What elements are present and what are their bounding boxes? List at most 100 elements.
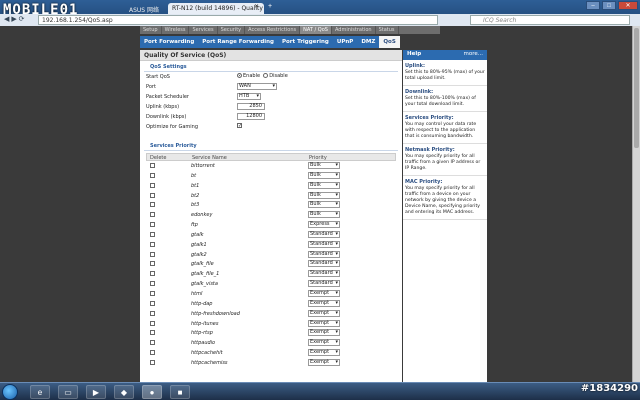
help-text: You may specify priority for all traffic…	[405, 186, 480, 215]
delete-checkbox[interactable]	[150, 261, 155, 267]
start-button-icon[interactable]	[2, 384, 18, 400]
priority-select[interactable]: Bulk	[308, 181, 340, 189]
delete-checkbox[interactable]	[150, 300, 155, 306]
app2-icon[interactable]: ■	[170, 385, 190, 399]
delete-checkbox[interactable]	[150, 281, 155, 287]
url-input[interactable]: 192.168.1.254/QoS.asp	[38, 15, 438, 25]
close-window-icon[interactable]: ✕	[618, 1, 638, 10]
ie-icon[interactable]: e	[30, 385, 50, 399]
delete-checkbox[interactable]	[150, 163, 155, 168]
delete-checkbox[interactable]	[150, 202, 155, 208]
folder-icon[interactable]: ▭	[58, 385, 78, 399]
priority-select[interactable]: Bulk	[308, 162, 340, 169]
table-row: gtalk Standard	[146, 230, 396, 240]
app-icon[interactable]: ◆	[114, 385, 134, 399]
priority-select[interactable]: Bulk	[308, 171, 340, 179]
maximize-icon[interactable]: □	[602, 1, 616, 10]
priority-select[interactable]: Exempt	[308, 289, 340, 297]
service-name: httpcachehit	[191, 350, 223, 357]
nav-arrows-icon[interactable]: ◀ ▶ ⟳	[4, 15, 25, 23]
table-row: httpcachehit Exempt	[146, 348, 396, 358]
delete-checkbox[interactable]	[150, 192, 155, 198]
priority-select[interactable]: Exempt	[308, 339, 340, 347]
priority-select[interactable]: Standard	[308, 230, 340, 238]
vertical-scrollbar[interactable]	[632, 26, 640, 382]
delete-checkbox[interactable]	[150, 172, 155, 178]
help-heading: MAC Priority:	[405, 179, 443, 185]
table-row: bt3 Bulk	[146, 200, 396, 210]
top-tab-4[interactable]: Access Restrictions	[245, 26, 301, 34]
enable-radio[interactable]	[237, 73, 242, 78]
minimize-icon[interactable]: –	[586, 1, 600, 10]
top-tab-0[interactable]: Setup	[140, 26, 162, 34]
sub-tab-0[interactable]: Port Forwarding	[140, 36, 198, 48]
service-name: http-rtsp	[191, 330, 213, 337]
service-name: bittorrent	[191, 163, 215, 169]
top-tab-3[interactable]: Security	[218, 26, 246, 34]
delete-checkbox[interactable]	[150, 359, 155, 365]
close-tab-icon[interactable]: ✕	[254, 3, 259, 10]
priority-select[interactable]: Standard	[308, 260, 340, 268]
delete-checkbox[interactable]	[150, 350, 155, 356]
disable-label: Disable	[269, 73, 288, 79]
priority-select[interactable]: Exempt	[308, 329, 340, 337]
downlink-input[interactable]: 12800	[237, 113, 265, 120]
uplink-input[interactable]: 2850	[237, 103, 265, 110]
help-header: Help more...	[403, 50, 487, 60]
table-row: gtalk_file Standard	[146, 259, 396, 269]
delete-checkbox[interactable]	[150, 222, 155, 228]
new-tab-icon[interactable]: +	[268, 3, 272, 10]
table-row: gtalk_file_1 Standard	[146, 269, 396, 279]
delete-checkbox[interactable]	[150, 290, 155, 296]
top-tab-7[interactable]: Status	[376, 26, 399, 34]
priority-select[interactable]: Standard	[308, 250, 340, 258]
delete-checkbox[interactable]	[150, 231, 155, 237]
top-tab-5[interactable]: NAT / QoS	[300, 26, 332, 34]
port-select[interactable]: WAN	[237, 83, 277, 90]
disable-radio[interactable]	[263, 73, 269, 78]
priority-select[interactable]: Exempt	[308, 309, 340, 317]
delete-checkbox[interactable]	[150, 271, 155, 277]
sub-tab-3[interactable]: UPnP	[333, 36, 357, 48]
delete-checkbox[interactable]	[150, 212, 155, 218]
priority-select[interactable]: Bulk	[308, 211, 340, 219]
top-tab-2[interactable]: Services	[189, 26, 218, 34]
router-sub-tabs: Port Forwarding Port Range Forwarding Port…	[140, 36, 400, 48]
port-row: Port WAN	[140, 82, 402, 92]
table-row: ftp Express	[146, 220, 396, 230]
firefox-icon[interactable]: ●	[142, 385, 162, 399]
delete-checkbox[interactable]	[150, 310, 155, 316]
delete-checkbox[interactable]	[150, 251, 155, 257]
scheduler-select[interactable]: HTB	[237, 93, 261, 100]
priority-select[interactable]: Exempt	[308, 349, 340, 357]
delete-checkbox[interactable]	[150, 330, 155, 336]
help-panel: Help more... Uplink: Set this to 80%-95% …	[403, 50, 487, 384]
priority-select[interactable]: Standard	[308, 280, 340, 288]
priority-select[interactable]: Exempt	[308, 299, 340, 307]
delete-checkbox[interactable]	[150, 340, 155, 346]
sub-tab-4[interactable]: DMZ	[357, 36, 379, 48]
sub-tab-5[interactable]: QoS	[379, 36, 400, 48]
priority-select[interactable]: Exempt	[308, 319, 340, 327]
top-tab-1[interactable]: Wireless	[162, 26, 190, 34]
sub-tab-1[interactable]: Port Range Forwarding	[198, 36, 278, 48]
top-tab-6[interactable]: Administration	[332, 26, 376, 34]
priority-select[interactable]: Standard	[308, 270, 340, 278]
priority-select[interactable]: Bulk	[308, 191, 340, 199]
priority-select[interactable]: Express	[308, 221, 340, 229]
priority-select[interactable]: Standard	[308, 240, 340, 248]
service-name: html	[191, 290, 203, 297]
help-block: Netmask Priority: You may specify priorit…	[403, 144, 487, 176]
priority-select[interactable]: Bulk	[308, 201, 340, 209]
delete-checkbox[interactable]	[150, 182, 155, 188]
sub-tab-2[interactable]: Port Triggering	[278, 36, 333, 48]
delete-checkbox[interactable]	[150, 241, 155, 247]
table-row: gtalk_vista Standard	[146, 279, 396, 289]
help-block: MAC Priority: You may specify priority fo…	[403, 176, 487, 220]
delete-checkbox[interactable]	[150, 320, 155, 326]
help-more-link[interactable]: more...	[464, 51, 484, 57]
media-player-icon[interactable]: ▶	[86, 385, 106, 399]
search-input[interactable]: ICQ Search	[470, 15, 630, 25]
priority-select[interactable]: Exempt	[308, 358, 340, 366]
gaming-checkbox[interactable]: ✓	[237, 123, 242, 129]
